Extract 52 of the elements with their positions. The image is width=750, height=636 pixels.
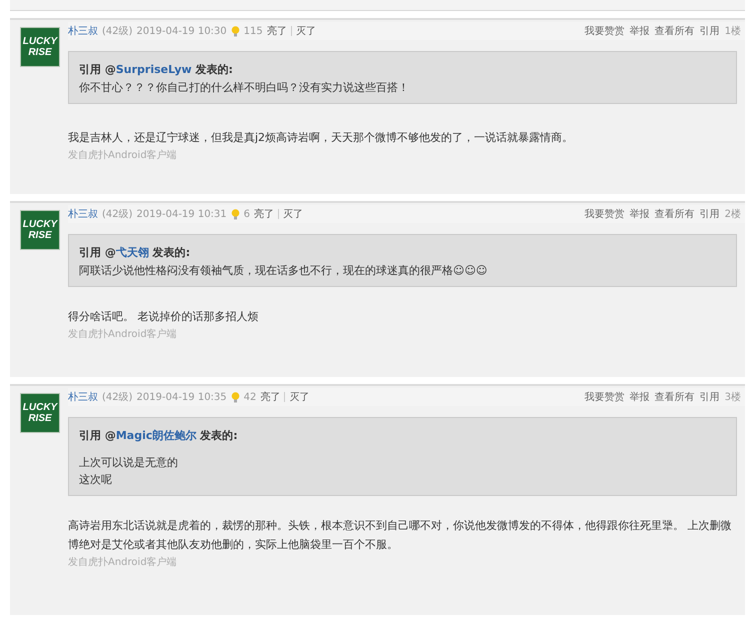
author-link[interactable]: 朴三叔 [68,390,98,404]
lightbulb-icon [230,26,240,36]
action-link[interactable]: 我要赞赏 [584,24,625,38]
quote-text: 这次呢 [79,472,113,487]
avatar: LUCKY RISE [20,393,60,433]
action-link[interactable]: 引用 [700,207,720,221]
post-source: 发自虎扑Android客户端 [68,328,178,341]
post-text: 我是吉林人，还是辽宁球迷，但我是真j2烦高诗岩啊，天天那个微博不够他发的了，一说话就暴露情商。 [68,130,574,146]
post-source: 发自虎扑Android客户端 [68,556,178,569]
lightbulb-icon [230,392,240,402]
action-link[interactable]: 我要赞赏 [584,207,625,221]
quote-header: 引用 @SurpriseLyw 发表的: [79,62,234,77]
post-time: 2019-04-19 10:35 [136,392,227,402]
like-count: 115 [244,26,263,36]
like-count: 6 [244,208,250,220]
author-link[interactable]: 朴三叔 [68,207,98,221]
quote-header: 引用 @Magic朗佐鲍尔 发表的: [79,428,239,443]
floor-number: 1楼 [724,24,741,38]
like-count: 42 [244,392,256,402]
quote-text: 你不甘心？？？你自己打的什么样不明白吗？没有实力说这些百搭！ [79,80,410,95]
post-time: 2019-04-19 10:31 [136,208,227,220]
light-link[interactable]: 亮了 [254,207,274,221]
floor-number: 3楼 [724,390,741,404]
action-link[interactable]: 引用 [700,24,720,38]
author-link[interactable]: 朴三叔 [68,24,98,38]
quote-header: 引用 @弋天翎 发表的: [79,245,192,260]
avatar: LUCKY RISE [20,27,60,67]
user-level: (42级) [102,25,133,38]
quote-text: 阿联话少说他性格闷没有领袖气质，现在话多也不行，现在的球迷真的很严格☺☺☺ [79,263,488,278]
action-link[interactable]: 举报 [630,207,650,221]
action-link[interactable]: 举报 [630,24,650,38]
user-level: (42级) [102,391,133,404]
lightbulb-icon [230,208,240,220]
action-link[interactable]: 查看所有 [654,207,695,221]
dark-link[interactable]: 灭了 [283,207,304,221]
action-link[interactable]: 举报 [630,390,650,404]
user-level: (42级) [102,208,133,221]
dark-link[interactable]: 灭了 [289,390,310,404]
dark-link[interactable]: 灭了 [296,24,316,38]
post-text: 高诗岩用东北话说就是虎着的，裁愣的那种。头铁，根本意识不到自己哪不对，你说他发微博发的不得体，他得跟你往死里犟。 上次删微博绝对是艾伦或者其他队友劝他删的，实际上他脑袋里一百个不服。 [68,518,732,553]
quote-text: 上次可以说是无意的 [79,455,179,470]
light-link[interactable]: 亮了 [266,24,287,38]
light-link[interactable]: 亮了 [260,390,280,404]
post-source: 发自虎扑Android客户端 [68,148,178,162]
action-link[interactable]: 我要赞赏 [584,390,625,404]
post-time: 2019-04-19 10:30 [136,26,227,36]
avatar: LUCKY RISE [20,210,60,250]
action-link[interactable]: 查看所有 [654,24,695,38]
action-link[interactable]: 查看所有 [654,390,695,404]
floor-number: 2楼 [724,208,741,221]
post-text: 得分啥话吧。 老说掉价的话那多招人烦 [68,309,260,325]
action-link[interactable]: 引用 [700,390,720,404]
